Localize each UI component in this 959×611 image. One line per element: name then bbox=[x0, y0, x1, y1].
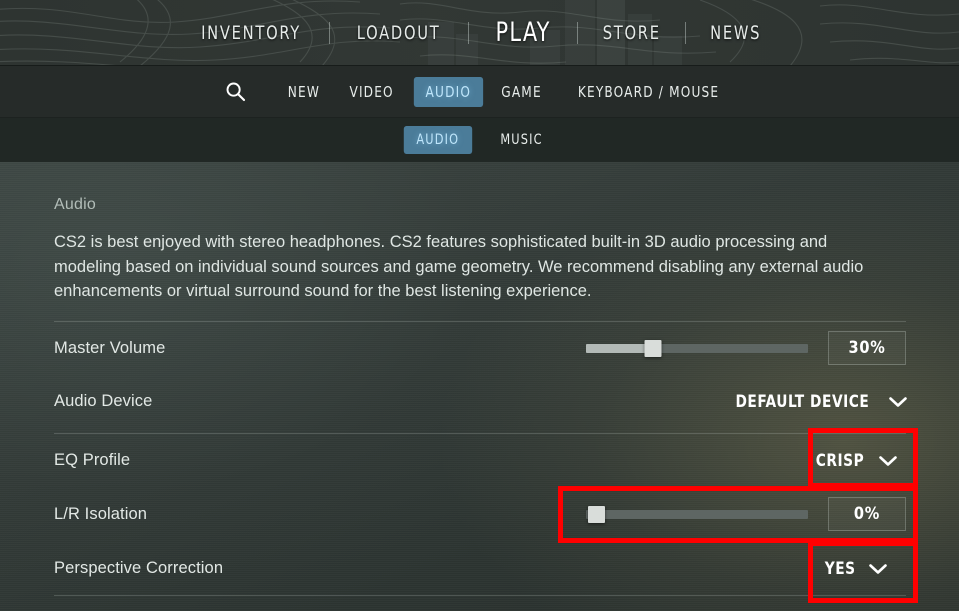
nav-item-news[interactable]: NEWS bbox=[693, 22, 778, 44]
sub-tab-music[interactable]: MUSIC bbox=[488, 126, 556, 154]
tab-audio[interactable]: AUDIO bbox=[413, 76, 483, 107]
setting-label-perspective-correction: Perspective Correction bbox=[54, 559, 224, 577]
top-nav-items: INVENTORY LOADOUT PLAY STORE NEWS bbox=[0, 0, 959, 65]
slider-knob[interactable] bbox=[588, 506, 605, 523]
slider-lr-isolation[interactable] bbox=[586, 506, 808, 523]
tab-new[interactable]: NEW bbox=[276, 77, 332, 107]
settings-tab-bar: NEW VIDEO AUDIO GAME KEYBOARD / MOUSE bbox=[0, 66, 959, 118]
section-title: Audio bbox=[54, 196, 96, 213]
slider-knob[interactable] bbox=[644, 340, 662, 357]
setting-label-eq-profile: EQ Profile bbox=[54, 451, 131, 469]
dropdown-value-perspective-correction: YES bbox=[824, 559, 856, 579]
nav-item-loadout[interactable]: LOADOUT bbox=[340, 22, 458, 44]
tab-game[interactable]: GAME bbox=[490, 77, 554, 107]
nav-item-store[interactable]: STORE bbox=[585, 22, 677, 44]
setting-row-master-volume: Master Volume 30% bbox=[0, 322, 959, 375]
audio-sub-tab-bar: AUDIO MUSIC bbox=[0, 118, 959, 162]
dropdown-value-eq-profile: CRISP bbox=[815, 451, 865, 471]
chevron-down-icon bbox=[869, 563, 887, 574]
cs2-audio-settings-screen: INVENTORY LOADOUT PLAY STORE NEWS NEW VI… bbox=[0, 0, 959, 611]
search-icon bbox=[226, 82, 246, 102]
sub-tab-audio[interactable]: AUDIO bbox=[403, 126, 472, 154]
setting-label-lr-isolation: L/R Isolation bbox=[54, 505, 148, 523]
nav-divider bbox=[685, 21, 687, 44]
dropdown-value-audio-device: DEFAULT DEVICE bbox=[735, 392, 870, 412]
setting-label-audio-device: Audio Device bbox=[54, 392, 153, 410]
dropdown-perspective-correction[interactable]: YES bbox=[813, 551, 897, 587]
nav-divider bbox=[576, 21, 578, 44]
value-master-volume[interactable]: 30% bbox=[828, 331, 906, 365]
slider-master-volume[interactable] bbox=[586, 340, 808, 357]
dropdown-eq-profile[interactable]: CRISP bbox=[803, 443, 907, 479]
setting-label-master-volume: Master Volume bbox=[54, 339, 166, 357]
chevron-down-icon bbox=[889, 396, 907, 407]
search-button[interactable] bbox=[219, 75, 253, 109]
section-description: CS2 is best enjoyed with stereo headphon… bbox=[54, 233, 864, 300]
setting-row-lr-isolation: L/R Isolation 0% bbox=[0, 488, 959, 541]
settings-content-panel: Audio CS2 is best enjoyed with stereo he… bbox=[0, 162, 959, 611]
nav-divider bbox=[329, 21, 331, 44]
nav-divider bbox=[467, 21, 469, 44]
dropdown-audio-device[interactable]: DEFAULT DEVICE bbox=[718, 384, 917, 420]
setting-row-perspective-correction: Perspective Correction YES bbox=[0, 542, 959, 595]
chevron-down-icon bbox=[879, 455, 897, 466]
top-navigation-bar: INVENTORY LOADOUT PLAY STORE NEWS bbox=[0, 0, 959, 66]
nav-item-play[interactable]: PLAY bbox=[476, 17, 569, 48]
setting-row-audio-device: Audio Device DEFAULT DEVICE bbox=[0, 375, 959, 428]
row-divider-bottom bbox=[54, 595, 906, 596]
tab-keyboard-mouse[interactable]: KEYBOARD / MOUSE bbox=[566, 77, 731, 107]
nav-item-inventory[interactable]: INVENTORY bbox=[184, 22, 318, 44]
slider-fill bbox=[586, 344, 653, 353]
setting-row-eq-profile: EQ Profile CRISP bbox=[0, 434, 959, 487]
tab-video[interactable]: VIDEO bbox=[338, 77, 406, 107]
value-lr-isolation[interactable]: 0% bbox=[828, 497, 906, 531]
